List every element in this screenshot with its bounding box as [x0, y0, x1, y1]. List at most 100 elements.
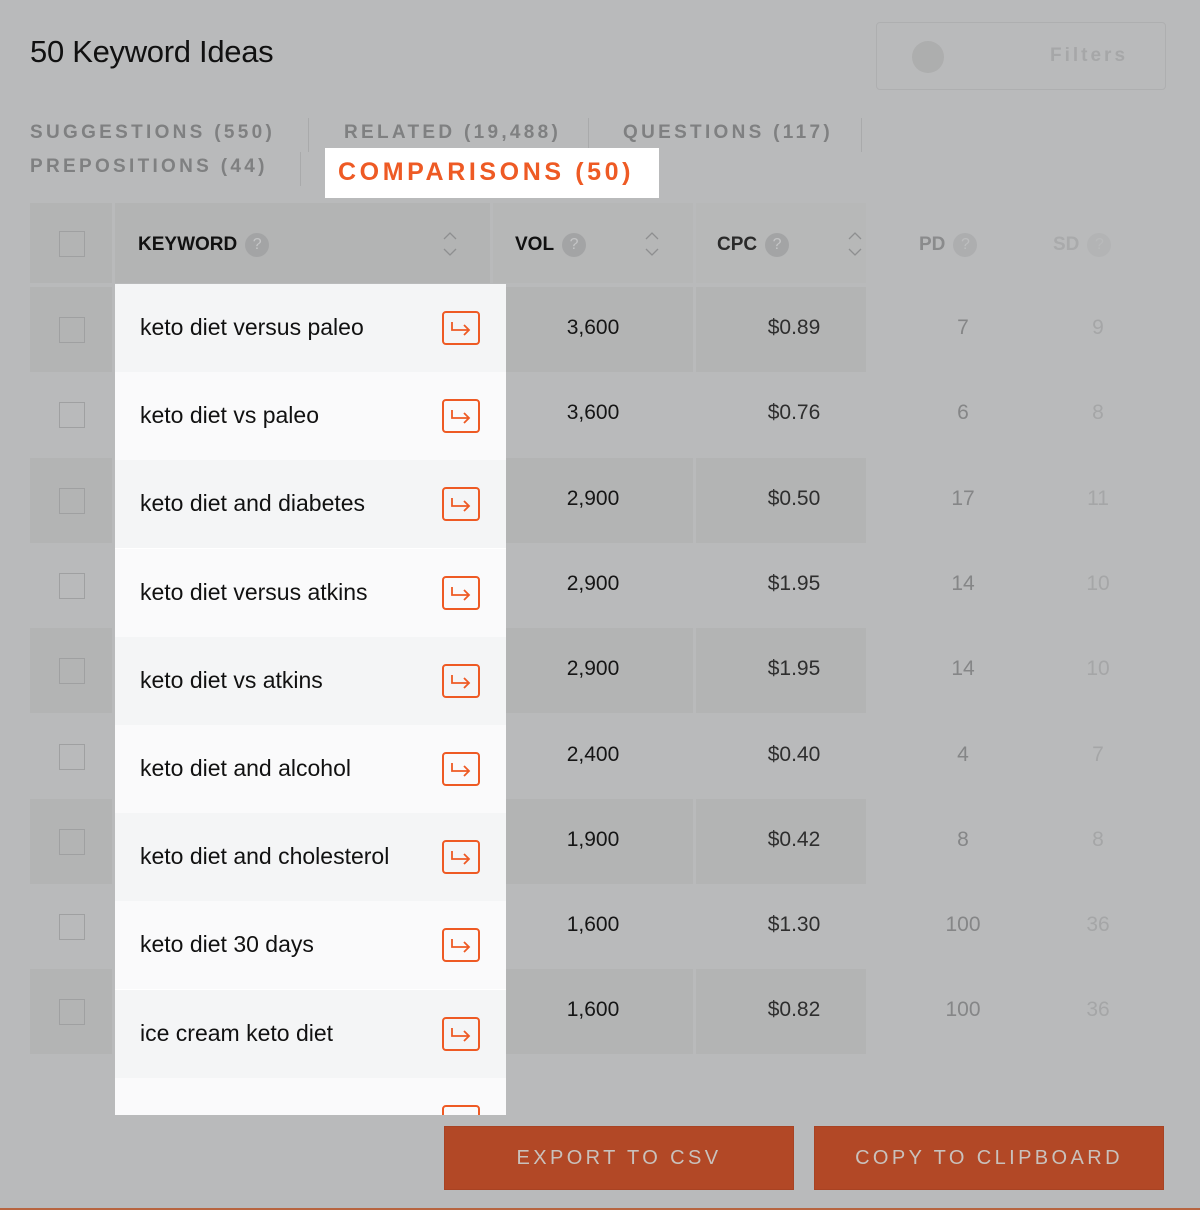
column-vol: VOL ?	[515, 233, 587, 257]
row-checkbox[interactable]	[59, 658, 85, 685]
cpc-value: $1.30	[767, 913, 821, 937]
column-pd[interactable]: PD ?	[919, 233, 978, 257]
cpc-value: $0.89	[767, 316, 821, 339]
keyword-row: keto diet versus paleo	[115, 284, 506, 372]
sd-value: 10	[1086, 657, 1110, 681]
tab-suggestions[interactable]: SUGGESTIONS (550)	[30, 122, 275, 144]
column-sd-label: SD	[1053, 234, 1080, 255]
cpc-value: $0.40	[767, 742, 821, 766]
arrow-right-icon	[451, 410, 471, 424]
header-keyword-cell[interactable]: KEYWORD ?	[115, 203, 490, 283]
vol-value: 1,600	[566, 998, 620, 1022]
sd-value: 36	[1086, 913, 1110, 937]
cpc-value: $1.95	[767, 571, 821, 595]
header-checkbox-cell	[30, 203, 112, 283]
page-title: 50 Keyword Ideas	[30, 34, 274, 69]
pd-value: 4	[957, 742, 969, 766]
help-icon[interactable]: ?	[953, 233, 978, 257]
row-checkbox[interactable]	[59, 743, 85, 770]
open-keyword-button[interactable]	[442, 311, 480, 345]
vol-cell-bg	[493, 1055, 693, 1071]
sort-icon[interactable]	[645, 229, 659, 259]
column-keyword: KEYWORD ?	[138, 233, 270, 257]
tab-divider	[300, 152, 301, 186]
arrow-right-icon	[451, 674, 471, 689]
column-pd-label: PD	[919, 234, 946, 255]
keyword-text[interactable]: ice cream keto diet	[140, 1020, 333, 1047]
column-cpc: CPC ?	[717, 233, 790, 257]
sort-icon[interactable]	[848, 229, 862, 259]
open-keyword-button[interactable]	[442, 928, 480, 963]
pd-value: 17	[951, 486, 975, 510]
vol-value: 2,400	[566, 742, 620, 766]
arrow-right-icon	[449, 1113, 473, 1115]
tab-comparisons[interactable]: COMPARISONS (50)	[325, 148, 659, 198]
keyword-column-panel: keto diet versus paleo keto diet vs paleo…	[115, 284, 506, 1115]
open-keyword-button[interactable]	[442, 752, 480, 786]
sort-icon[interactable]	[443, 229, 457, 259]
pd-value: 14	[951, 657, 975, 681]
filters-label: Filters	[1050, 45, 1129, 66]
keyword-text[interactable]: keto diet and cholesterol	[140, 843, 389, 870]
keyword-text[interactable]: keto diet 30 days	[140, 931, 314, 958]
help-icon[interactable]: ?	[245, 233, 270, 257]
column-vol-label: VOL	[515, 234, 555, 255]
pd-value: 100	[945, 913, 981, 937]
vol-value: 2,900	[566, 571, 620, 595]
header-cpc-cell[interactable]: CPC ?	[696, 203, 866, 283]
keyword-text[interactable]: keto diet and diabetes	[140, 490, 365, 517]
cpc-value: $1.95	[767, 657, 821, 681]
open-keyword-button[interactable]	[442, 575, 480, 610]
tab-divider	[861, 118, 862, 152]
row-checkbox[interactable]	[59, 999, 85, 1026]
tab-related[interactable]: RELATED (19,488)	[344, 122, 561, 144]
help-icon[interactable]: ?	[562, 233, 587, 257]
keyword-text[interactable]: keto diet and alcohol	[140, 755, 351, 782]
export-csv-button[interactable]: EXPORT TO CSV	[444, 1126, 794, 1190]
tab-prepositions[interactable]: PREPOSITIONS (44)	[30, 156, 268, 178]
arrow-right-icon	[451, 1027, 471, 1042]
keyword-row: keto diet vs atkins	[115, 636, 506, 725]
filters-button[interactable]: Filters	[876, 22, 1166, 90]
sd-value: 8	[1092, 401, 1104, 425]
open-keyword-button[interactable]	[442, 840, 480, 875]
header-vol-cell[interactable]: VOL ?	[493, 203, 693, 283]
open-keyword-button[interactable]	[442, 663, 480, 698]
arrow-right-icon	[451, 498, 471, 513]
tab-questions[interactable]: QUESTIONS (117)	[623, 122, 833, 144]
row-checkbox[interactable]	[59, 402, 85, 429]
row-checkbox[interactable]	[59, 317, 85, 343]
keyword-text[interactable]: keto diet versus atkins	[140, 579, 368, 606]
arrow-right-icon	[451, 586, 471, 601]
sd-value: 10	[1086, 571, 1110, 595]
copy-clipboard-button[interactable]: COPY TO CLIPBOARD	[814, 1126, 1164, 1190]
help-icon[interactable]: ?	[765, 233, 790, 257]
sd-value: 7	[1092, 742, 1104, 766]
keyword-text[interactable]: keto diet vs paleo	[140, 402, 319, 429]
help-icon[interactable]: ?	[1087, 233, 1112, 257]
open-keyword-button[interactable]	[442, 399, 480, 434]
keyword-text[interactable]: keto diet versus paleo	[140, 314, 364, 341]
pd-value: 6	[957, 401, 969, 425]
select-all-checkbox[interactable]	[59, 231, 85, 257]
vol-value: 2,900	[566, 486, 620, 510]
row-checkbox[interactable]	[59, 914, 85, 941]
keyword-row	[115, 1077, 506, 1115]
column-sd[interactable]: SD ?	[1053, 233, 1112, 257]
row-checkbox[interactable]	[59, 487, 85, 514]
pd-value: 14	[951, 571, 975, 595]
open-keyword-button[interactable]	[442, 1104, 480, 1115]
open-keyword-button[interactable]	[442, 1016, 480, 1051]
table-header: KEYWORD ? VOL ? CPC ? PD ? SD ?	[30, 203, 1200, 283]
keyword-text[interactable]: keto diet vs atkins	[140, 667, 323, 694]
row-checkbox[interactable]	[59, 828, 85, 855]
cpc-value: $0.42	[767, 827, 821, 851]
cpc-value: $0.50	[767, 486, 821, 510]
column-cpc-label: CPC	[717, 234, 758, 255]
filters-toggle[interactable]	[912, 41, 944, 73]
keyword-row: keto diet and diabetes	[115, 460, 506, 549]
pd-value: 8	[957, 827, 969, 851]
sd-value: 9	[1092, 316, 1104, 339]
open-keyword-button[interactable]	[442, 487, 480, 522]
row-checkbox[interactable]	[59, 572, 85, 599]
